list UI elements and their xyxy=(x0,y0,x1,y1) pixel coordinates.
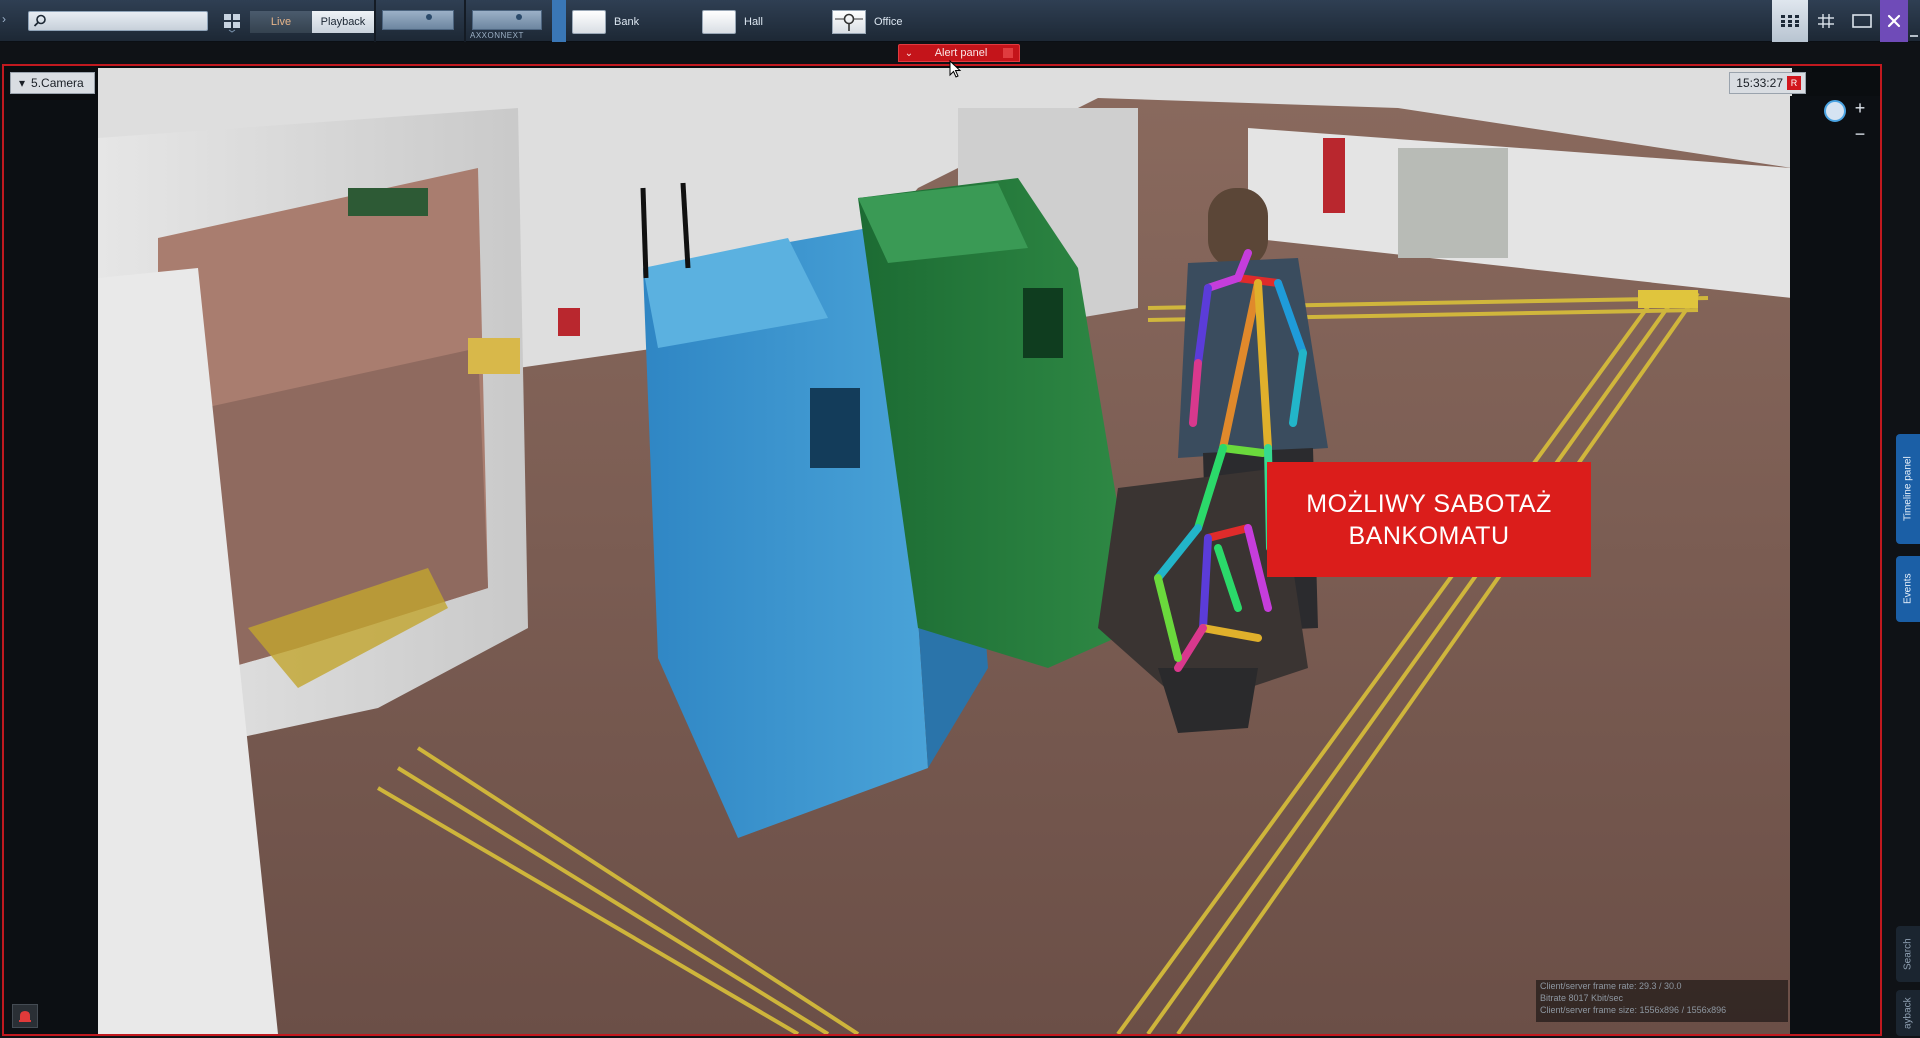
frame-size-text: Client/server frame size: 1556x896 / 155… xyxy=(1540,1005,1727,1015)
layout-label: Office xyxy=(874,16,903,28)
camera-menu-chevron-icon[interactable]: ▾ xyxy=(19,73,25,93)
sabotage-alert-line2: BANKOMATU xyxy=(1348,521,1510,550)
layout-tab-hall[interactable]: Hall xyxy=(702,9,763,35)
expand-arrow-icon[interactable]: › xyxy=(2,12,12,30)
map-pin-icon xyxy=(832,10,866,34)
layouts-grid-icon[interactable] xyxy=(222,11,242,33)
frame-rate-text: Client/server frame rate: 29.3 / 30.0 xyxy=(1540,981,1682,991)
alarm-bell-icon[interactable] xyxy=(12,1004,38,1028)
grid-layout-icon[interactable] xyxy=(1772,0,1808,42)
playback-tab[interactable]: ayback xyxy=(1896,990,1920,1036)
layout-tab-bank[interactable]: Bank xyxy=(572,9,639,35)
mode-switch: Live Playback xyxy=(250,11,374,33)
window-tools xyxy=(1772,0,1920,42)
alert-indicator-icon xyxy=(1003,48,1013,58)
recording-indicator-icon: R xyxy=(1787,76,1801,90)
layouts-scroll-handle[interactable] xyxy=(552,0,566,42)
hash-layout-icon[interactable] xyxy=(1808,0,1844,42)
layout-label: Hall xyxy=(744,16,763,28)
left-strip xyxy=(4,100,98,1034)
chevron-down-icon: ⌄ xyxy=(904,47,914,59)
camera-time: 15:33:27 xyxy=(1736,76,1783,90)
toolbar-divider xyxy=(464,0,466,42)
alert-panel-label: Alert panel xyxy=(934,47,988,59)
layout-thumbnail[interactable] xyxy=(472,10,542,30)
thumbnail-label: AXXONNEXT xyxy=(470,31,524,40)
ptz-control-icon[interactable] xyxy=(1824,100,1846,122)
events-tab[interactable]: Events xyxy=(1896,556,1920,622)
timeline-panel-tab[interactable]: Timeline panel xyxy=(1896,434,1920,544)
pin-icon xyxy=(426,14,432,20)
bitrate-text: Bitrate 8017 Kbit/sec xyxy=(1540,993,1624,1003)
top-toolbar: › Live Playback AXXONNEXT Bank Hall Offi… xyxy=(0,0,1920,42)
mouse-cursor-icon xyxy=(949,60,962,78)
pin-icon xyxy=(516,14,522,20)
search-tab[interactable]: Search xyxy=(1896,926,1920,982)
layout-tab-office[interactable]: Office xyxy=(832,9,903,35)
stream-stats: Client/server frame rate: 29.3 / 30.0 Bi… xyxy=(1536,980,1788,1022)
camera-time-badge: 15:33:27 R xyxy=(1729,72,1806,94)
minimize-icon[interactable] xyxy=(1908,0,1920,42)
tools-icon[interactable] xyxy=(1880,0,1908,42)
layout-thumbnail xyxy=(572,10,606,34)
layout-thumbnail xyxy=(702,10,736,34)
sabotage-alert-overlay: MOŻLIWY SABOTAŻ BANKOMATU xyxy=(1267,462,1591,577)
playback-mode-button[interactable]: Playback xyxy=(312,11,374,33)
right-controls: + − xyxy=(1790,96,1880,1034)
camera-viewer: ▾ 5.Camera 15:33:27 R + − MOŻLIWY SABOTA… xyxy=(2,64,1882,1036)
live-mode-button[interactable]: Live xyxy=(250,11,312,33)
single-view-icon[interactable] xyxy=(1844,0,1880,42)
camera-name: 5.Camera xyxy=(31,76,84,90)
search-icon xyxy=(33,14,46,27)
camera-name-badge[interactable]: ▾ 5.Camera xyxy=(10,72,95,94)
layout-thumbnail[interactable] xyxy=(382,10,454,30)
search-input[interactable] xyxy=(51,13,201,29)
zoom-in-icon[interactable]: + xyxy=(1850,98,1870,119)
zoom-out-icon[interactable]: − xyxy=(1850,124,1870,145)
toolbar-divider xyxy=(374,0,376,42)
sabotage-alert-line1: MOŻLIWY SABOTAŻ xyxy=(1306,489,1552,518)
search-field[interactable] xyxy=(28,11,208,31)
layout-label: Bank xyxy=(614,16,640,28)
